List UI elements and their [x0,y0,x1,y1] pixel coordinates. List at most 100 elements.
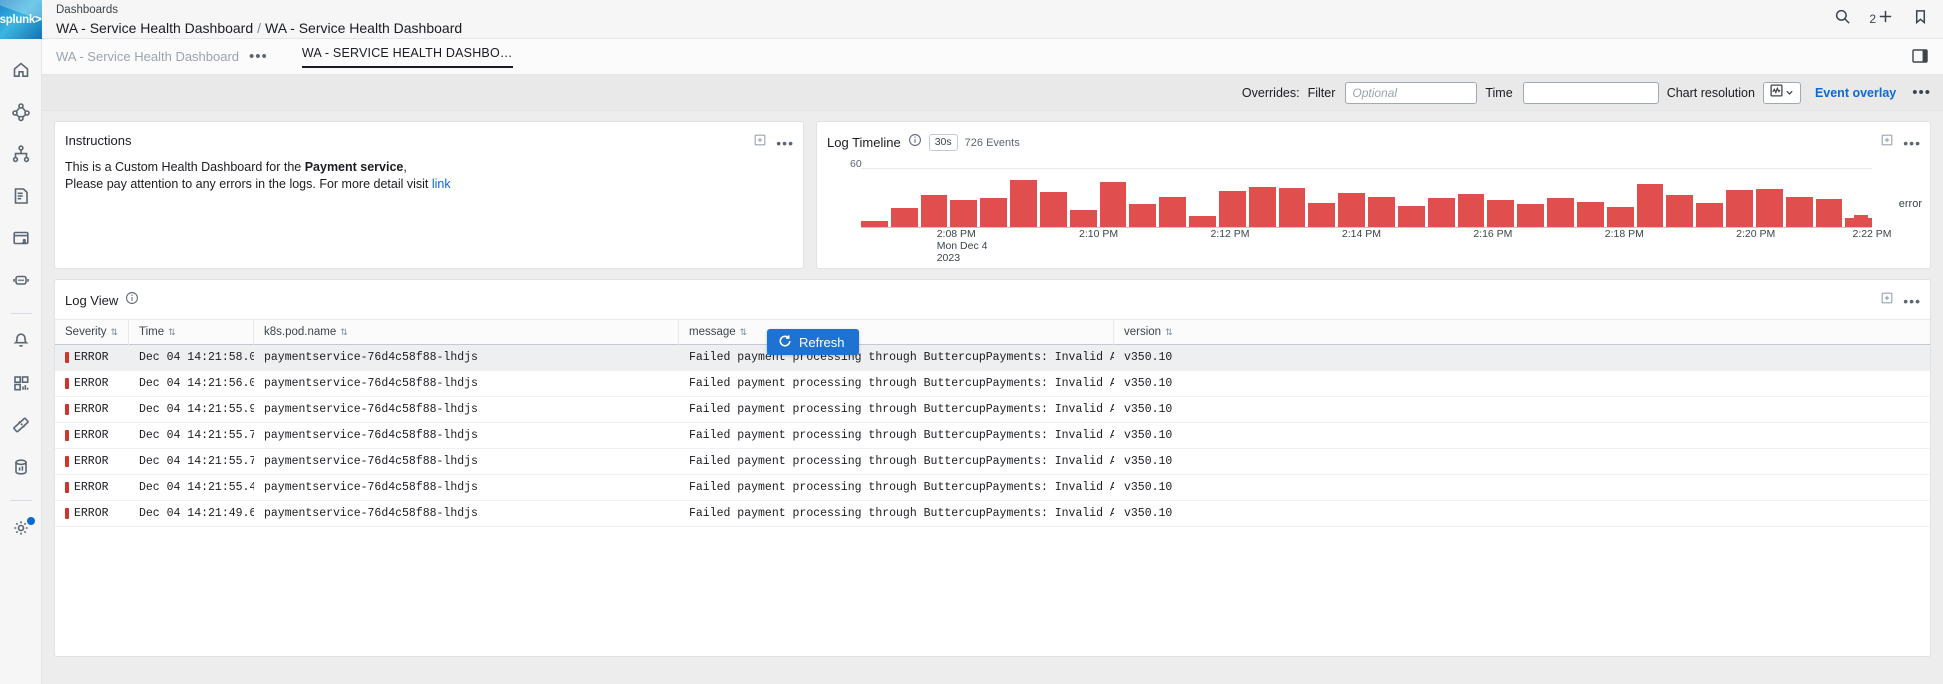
instructions-link[interactable]: link [432,177,451,191]
chart-bar[interactable] [1218,191,1246,228]
x-tick-label: 2:22 PM [1852,228,1892,240]
tab-wa-service-health-dashboard[interactable]: WA - SERVICE HEALTH DASHBO… [301,46,513,68]
chart-bar[interactable] [1039,192,1067,228]
breadcrumb-current[interactable]: WA - Service Health Dashboard [265,20,462,36]
chart-bar[interactable] [1248,187,1276,228]
chart-bar[interactable] [890,208,918,228]
chart-bar[interactable] [1517,204,1545,228]
chart-resolution-dropdown[interactable] [1762,81,1801,104]
overrides-more-button[interactable]: ••• [1912,84,1931,101]
info-icon[interactable] [908,133,922,152]
table-row[interactable]: ERROR Dec 04 14:21:55.757 paymentservice-7… [55,423,1930,449]
column-header-label: Severity [65,326,107,338]
sort-icon[interactable]: ⇅ [740,319,748,345]
chart-bar[interactable] [1487,200,1515,228]
sidebar-item-synthetics[interactable] [0,265,42,299]
timeline-interval-badge[interactable]: 30s [928,134,958,151]
chart-bar[interactable] [1755,189,1783,228]
column-header-pod[interactable]: k8s.pod.name ⇅ [254,319,679,345]
sort-icon[interactable]: ⇅ [1165,319,1173,345]
table-row[interactable]: ERROR Dec 04 14:21:55.924 paymentservice-7… [55,397,1930,423]
table-row[interactable]: ERROR Dec 04 14:21:56.057 paymentservice-7… [55,371,1930,397]
column-header-label: k8s.pod.name [264,326,337,338]
sidebar-item-service-map[interactable] [0,97,42,131]
chart-bar[interactable] [1815,199,1843,228]
right-panel-toggle-icon[interactable] [1911,47,1929,70]
search-button[interactable] [1834,8,1851,30]
chart-bar[interactable] [1159,197,1187,228]
chart-bar[interactable] [1308,203,1336,228]
bookmark-button[interactable] [1912,8,1929,30]
chart-bar[interactable] [1368,197,1395,228]
chart-bar[interactable] [1666,195,1694,228]
sidebar-item-dashboards[interactable] [0,368,42,402]
chart-bar[interactable] [1278,188,1306,228]
table-cell-severity: ERROR [55,351,129,364]
instructions-more-button[interactable]: ••• [776,135,794,151]
chart-bar[interactable] [1397,206,1425,228]
column-header-message[interactable]: message ⇅ [679,319,1114,345]
tab-overflow-button[interactable]: ••• [249,48,268,65]
chart-bar[interactable] [1129,204,1157,228]
chart-bar[interactable] [1696,203,1724,228]
sort-icon[interactable]: ⇅ [111,319,119,345]
breadcrumb-separator: / [257,20,262,36]
chart-bar[interactable] [980,198,1008,228]
tab-dashboard-group[interactable]: WA - Service Health Dashboard [56,49,239,64]
timeline-more-button[interactable]: ••• [1903,135,1921,151]
chart-bar[interactable] [1726,190,1753,228]
sort-icon[interactable]: ⇅ [340,319,348,345]
chart-bar[interactable] [1457,194,1485,228]
severity-marker [65,482,69,493]
time-label: Time [1485,85,1513,100]
service-map-icon [11,102,31,127]
legend-label-error: error [1898,198,1922,210]
column-header-time[interactable]: Time ⇅ [129,319,254,345]
column-header-severity[interactable]: Severity ⇅ [55,319,129,345]
sidebar-item-home[interactable] [0,55,42,89]
chart-bar[interactable] [1099,182,1127,228]
sidebar-item-data-management[interactable] [0,452,42,486]
chart-bar[interactable] [1636,184,1664,228]
sidebar-item-alerts[interactable] [0,326,42,360]
x-tick-label: 2:08 PM Mon Dec 4 2023 [936,228,988,264]
breadcrumb-root[interactable]: Dashboards [56,3,462,17]
chart-bar[interactable] [1547,198,1574,228]
event-overlay-link[interactable]: Event overlay [1815,86,1896,100]
x-tick-label: 2:18 PM [1604,228,1644,240]
copy-panel-icon[interactable] [1880,291,1894,310]
table-row[interactable]: ERROR Dec 04 14:21:55.736 paymentservice-7… [55,449,1930,475]
log-view-more-button[interactable]: ••• [1903,293,1921,309]
column-header-label: Time [139,326,165,338]
info-icon[interactable] [125,291,139,310]
sidebar-item-rum[interactable] [0,223,42,257]
chart-bar[interactable] [1069,210,1097,228]
sidebar-item-logs[interactable] [0,181,42,215]
sidebar-item-settings[interactable] [0,513,42,547]
table-row[interactable]: ERROR Dec 04 14:21:55.442 paymentservice-7… [55,475,1930,501]
filter-input[interactable] [1345,81,1478,104]
sort-icon[interactable]: ⇅ [168,319,176,345]
breadcrumb-parent[interactable]: WA - Service Health Dashboard [56,20,253,36]
sidebar-item-metrics[interactable] [0,410,42,444]
chart-bar[interactable] [1606,207,1634,228]
sidebar-item-infrastructure[interactable] [0,139,42,173]
column-header-version[interactable]: version ⇅ [1114,319,1234,345]
add-button[interactable]: 2 [1869,8,1894,30]
chart-bar[interactable] [1785,197,1813,228]
column-header-label: message [689,326,736,338]
chart-bar[interactable] [920,195,948,228]
chart-bar[interactable] [950,200,978,228]
copy-panel-icon[interactable] [753,133,767,152]
chart-bar[interactable] [1576,202,1604,228]
table-row[interactable]: ERROR Dec 04 14:21:58.005 paymentservice-7… [55,345,1930,371]
table-cell-pod: paymentservice-76d4c58f88-lhdjs [264,507,478,520]
splunk-logo[interactable]: splunk> [0,0,42,39]
copy-panel-icon[interactable] [1880,133,1894,152]
chart-bar[interactable] [1427,198,1455,228]
refresh-button[interactable]: Refresh [767,329,859,355]
chart-bar[interactable] [1010,180,1037,228]
table-row[interactable]: ERROR Dec 04 14:21:49.698 paymentservice-7… [55,501,1930,527]
time-input[interactable] [1522,81,1659,104]
chart-bar[interactable] [1338,193,1366,228]
